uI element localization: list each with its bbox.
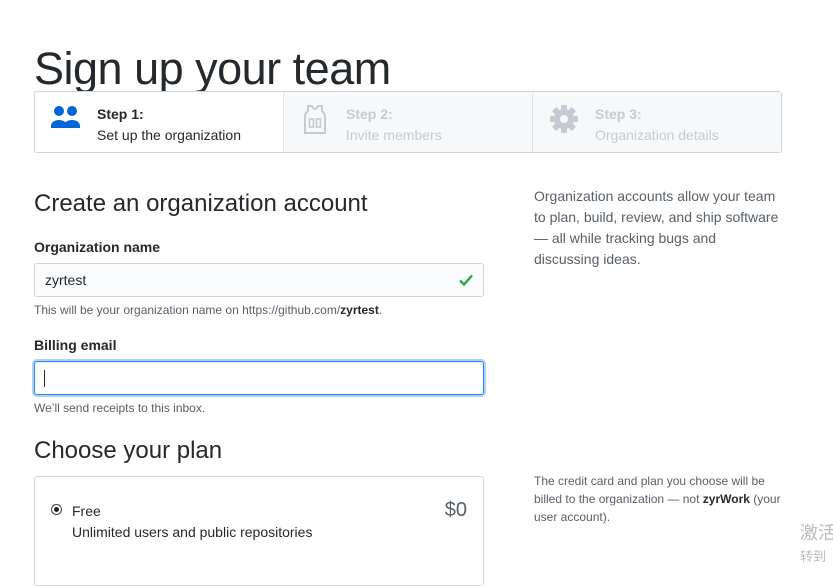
- org-name-input[interactable]: zyrtest: [34, 263, 484, 297]
- org-name-value: zyrtest: [45, 272, 87, 288]
- billing-info-text: The credit card and plan you choose will…: [534, 472, 789, 526]
- plan-price: $0: [444, 499, 467, 521]
- billing-email-input[interactable]: [34, 361, 484, 395]
- org-info-text: Organization accounts allow your team to…: [534, 188, 779, 267]
- signup-steps: Step 1: Set up the organization Step 2: …: [34, 91, 782, 153]
- step-1: Step 1: Set up the organization: [35, 92, 283, 152]
- plan-description: Unlimited users and public repositories: [72, 524, 313, 540]
- org-name-label: Organization name: [34, 239, 161, 255]
- people-icon: [51, 106, 80, 128]
- page-title: Sign up your team: [34, 43, 391, 95]
- billing-info-user: zyrWork: [702, 492, 750, 506]
- step-1-description: Set up the organization: [97, 127, 241, 143]
- org-section-title: Create an organization account: [34, 190, 368, 217]
- plan-radio[interactable]: [51, 504, 62, 515]
- step-3-description: Organization details: [595, 127, 719, 143]
- step-2-description: Invite members: [346, 127, 442, 143]
- text-caret: [44, 370, 45, 387]
- activation-watermark-line2: 转到: [800, 550, 827, 565]
- plan-option-free[interactable]: Free Unlimited users and public reposito…: [34, 476, 484, 586]
- org-name-note: This will be your organization name on h…: [34, 303, 382, 317]
- gear-icon: [550, 105, 578, 133]
- org-name-note-handle: zyrtest: [340, 303, 379, 317]
- activation-watermark-line1: 激活: [800, 523, 833, 544]
- plan-name: Free: [72, 503, 101, 519]
- step-2-number: Step 2:: [346, 106, 393, 122]
- step-2: Step 2: Invite members: [283, 92, 532, 152]
- org-name-note-suffix: .: [378, 303, 383, 317]
- org-name-note-prefix: This will be your organization name on h…: [34, 303, 341, 317]
- jersey-icon: [304, 105, 326, 134]
- plan-section-title: Choose your plan: [34, 437, 223, 464]
- billing-email-note: We’ll send receipts to this inbox.: [34, 401, 206, 415]
- check-icon: [459, 274, 473, 287]
- billing-email-label: Billing email: [34, 337, 117, 353]
- step-3: Step 3: Organization details: [532, 92, 781, 152]
- step-1-number: Step 1:: [97, 106, 144, 122]
- step-3-number: Step 3:: [595, 106, 642, 122]
